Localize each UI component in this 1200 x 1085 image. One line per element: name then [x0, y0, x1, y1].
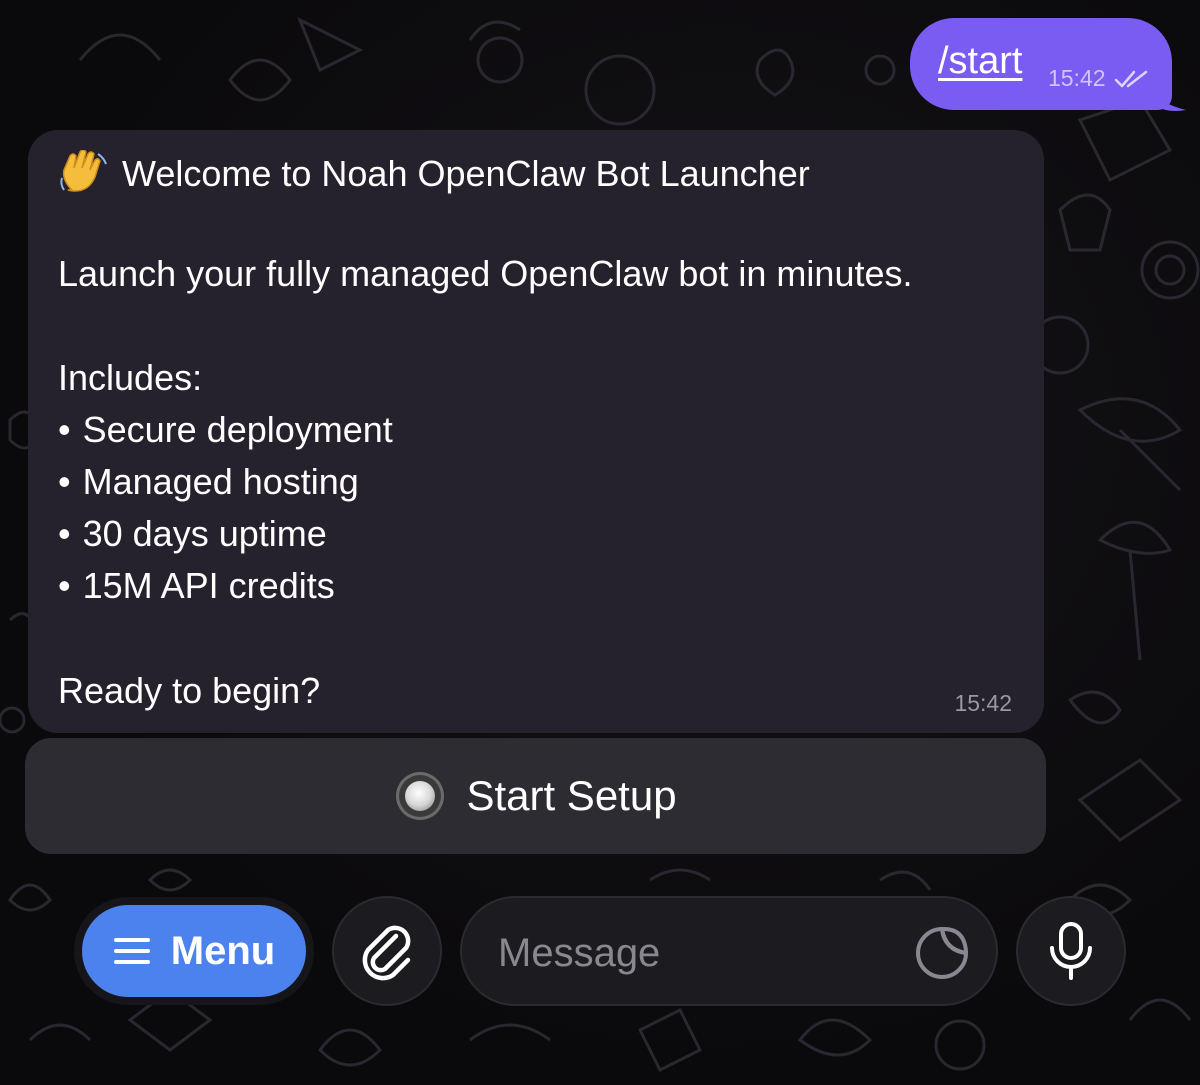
feature-item: • Secure deployment	[58, 412, 393, 448]
start-setup-button[interactable]: Start Setup	[25, 738, 1046, 854]
welcome-title: Welcome to Noah OpenClaw Bot Launcher	[58, 150, 810, 196]
menu-button[interactable]: Menu	[74, 897, 314, 1005]
outgoing-message-command[interactable]: /start	[938, 40, 1022, 83]
feature-item-text: Secure deployment	[82, 409, 393, 450]
bullet: •	[58, 409, 71, 450]
double-check-icon	[1114, 70, 1147, 87]
incoming-message-time: 15:42	[954, 690, 1012, 716]
paperclip-icon	[362, 925, 411, 981]
feature-item-text: 15M API credits	[82, 565, 335, 606]
hamburger-icon	[113, 938, 150, 964]
radio-button-icon	[396, 772, 445, 820]
microphone-button[interactable]	[1016, 896, 1126, 1006]
feature-item: • Managed hosting	[58, 464, 359, 500]
includes-heading: Includes:	[58, 357, 203, 398]
welcome-title-text: Welcome to Noah OpenClaw Bot Launcher	[122, 153, 810, 194]
feature-item: • 15M API credits	[58, 568, 335, 604]
menu-label: Menu	[170, 928, 276, 973]
message-input[interactable]	[496, 924, 900, 982]
closing-question: Ready to begin?	[58, 670, 321, 711]
microphone-icon	[1050, 922, 1092, 980]
outgoing-message-meta: 15:42	[1048, 65, 1148, 92]
menu-button-inner: Menu	[82, 905, 306, 997]
bullet: •	[58, 565, 71, 606]
outgoing-bubble-tail	[1150, 84, 1186, 111]
waving-hand-icon	[60, 150, 107, 192]
incoming-message-bubble[interactable]: Welcome to Noah OpenClaw Bot Launcher La…	[28, 130, 1044, 733]
message-field[interactable]	[460, 896, 998, 1006]
welcome-intro: Launch your fully managed OpenClaw bot i…	[58, 253, 913, 294]
bullet: •	[58, 461, 71, 502]
bullet: •	[58, 513, 71, 554]
feature-item-text: 30 days uptime	[82, 513, 327, 554]
outgoing-message-time: 15:42	[1048, 65, 1106, 91]
sticker-icon[interactable]	[914, 925, 970, 981]
chat-screen: /start 15:42 Welcome to Noah OpenClaw Bo…	[0, 0, 1200, 1085]
attach-button[interactable]	[332, 896, 442, 1006]
feature-item-text: Managed hosting	[82, 461, 359, 502]
feature-item: • 30 days uptime	[58, 516, 327, 552]
start-setup-label: Start Setup	[466, 772, 677, 819]
outgoing-message-bubble[interactable]: /start 15:42	[910, 18, 1172, 110]
